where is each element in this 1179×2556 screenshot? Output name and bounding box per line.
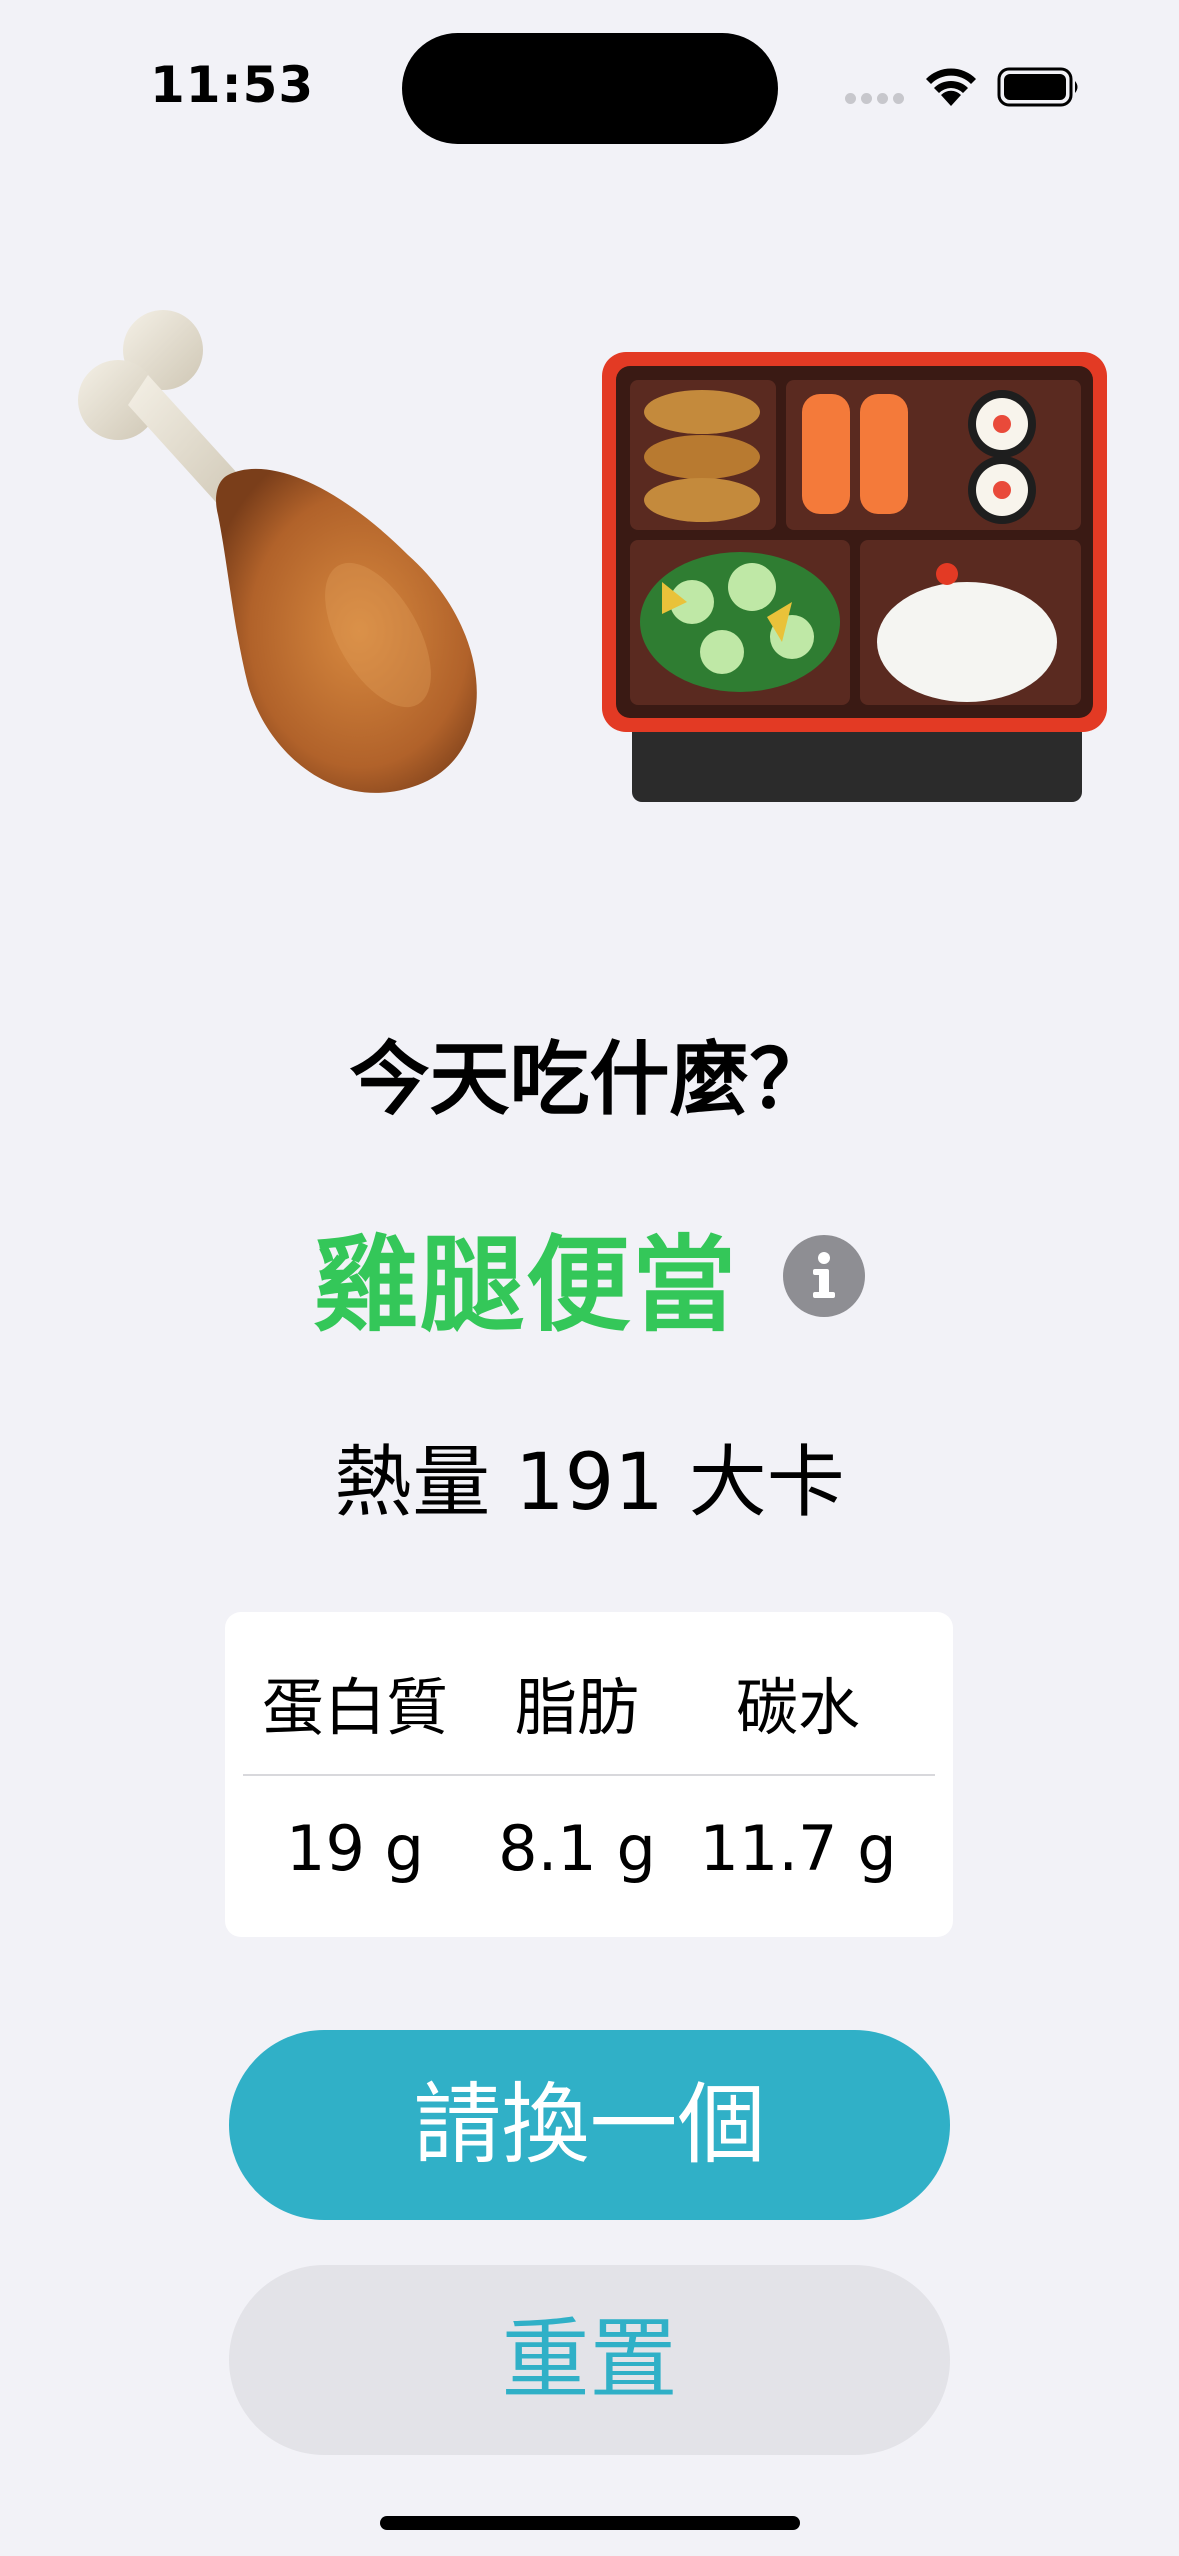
next-meal-button[interactable]: 請換一個 [229,2030,950,2220]
wifi-icon [926,68,976,106]
value-carbs: 11.7 g [699,1812,897,1885]
value-fat: 8.1 g [498,1812,656,1885]
dynamic-island [402,33,778,144]
prompt-title: 今天吃什麼？ [349,1033,830,1126]
table-divider [243,1774,935,1776]
status-time: 11:53 [150,56,315,114]
header-fat: 脂肪 [514,1671,639,1744]
value-protein: 19 g [286,1812,424,1885]
poultry-leg-icon [78,310,477,793]
battery-icon [997,67,1078,107]
info-button[interactable] [783,1234,866,1317]
home-indicator[interactable] [380,2516,800,2530]
app-screen: 11:53 今天吃什麼？ 雞腿便當 熱量 191 大卡 蛋白質 脂肪 碳水 19… [0,0,1179,2556]
header-carbs: 碳水 [735,1671,860,1744]
header-protein: 蛋白質 [261,1671,448,1744]
bento-box-icon [602,352,1107,802]
cellular-signal-icon [845,93,905,105]
reset-button[interactable]: 重置 [229,2265,950,2455]
nutrition-table: 蛋白質 脂肪 碳水 19 g 8.1 g 11.7 g [225,1612,953,1937]
meal-name: 雞腿便當 [313,1224,738,1346]
info-icon [813,1251,836,1298]
calories-label: 熱量 191 大卡 [334,1438,845,1528]
meal-row: 雞腿便當 [0,1200,1179,1346]
